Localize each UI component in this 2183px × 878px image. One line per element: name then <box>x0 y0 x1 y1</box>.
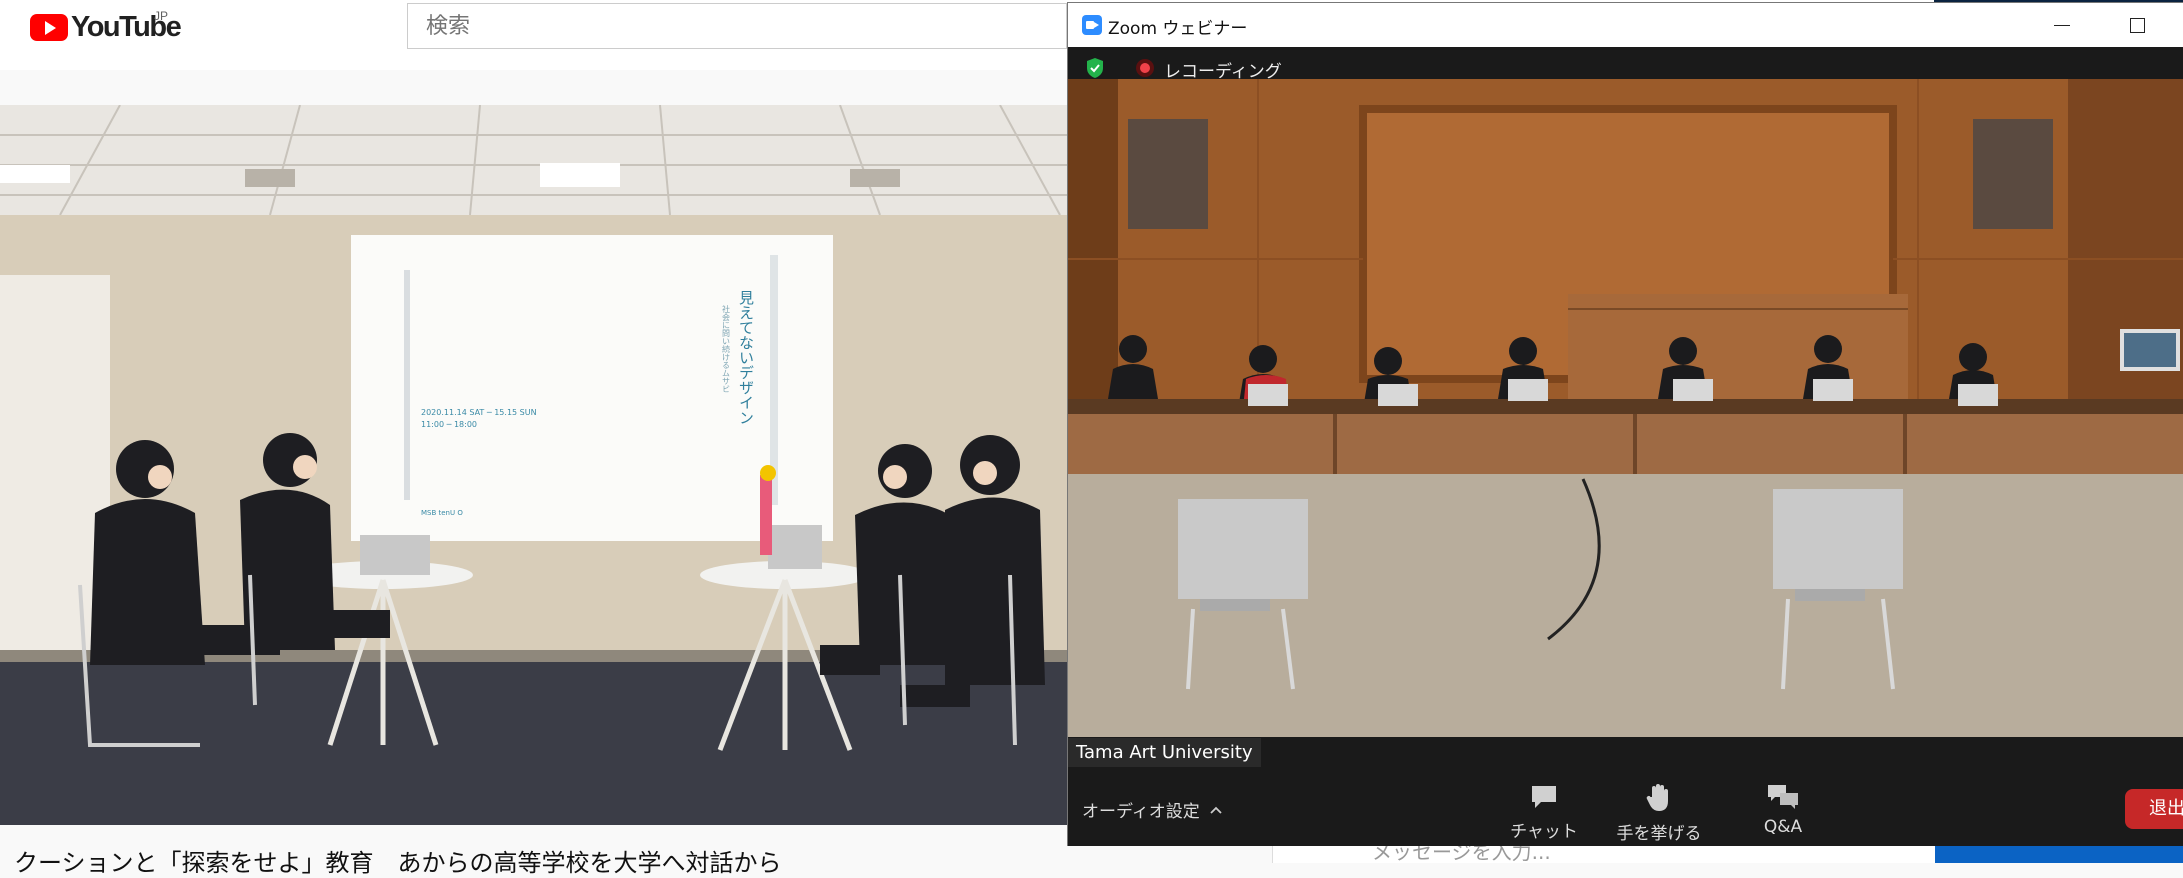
raise-hand-icon <box>1646 784 1668 811</box>
chat-label: チャット <box>1510 822 1578 842</box>
audio-settings-label: オーディオ設定 <box>1082 802 1200 822</box>
video-player[interactable]: 見えてないデザイン 社会に問い続けるムサビ 2020.11.14 SAT ─ 1… <box>0 105 1067 825</box>
zoom-titlebar[interactable]: Zoom ウェビナー <box>1068 3 2183 47</box>
raise-hand-label: 手を挙げる <box>1616 824 1702 844</box>
webinar-video <box>1068 79 2183 737</box>
zoom-window: Zoom ウェビナー レコーディング Tama Art University オ… <box>1067 2 2183 846</box>
zoom-camera-icon <box>1082 15 1102 35</box>
maximize-button[interactable] <box>2118 13 2158 37</box>
search-input[interactable] <box>407 3 1067 49</box>
participant-name-label: Tama Art University <box>1068 738 1261 767</box>
conference-room-photo <box>1068 79 2183 737</box>
recording-icon <box>1136 59 1154 77</box>
poster-date: 2020.11.14 SAT ─ 15.15 SUN <box>421 408 537 417</box>
leave-button[interactable]: 退出 <box>2125 789 2183 829</box>
video-title: クーションと「探索をせよ」教育 あからの高等学校を大学へ対話から <box>14 849 782 877</box>
audio-settings-button[interactable]: オーディオ設定 <box>1082 797 1222 822</box>
youtube-play-icon <box>30 13 68 41</box>
country-code: JP <box>154 9 169 23</box>
poster-subtitle: 社会に問い続けるムサビ <box>722 304 731 393</box>
meeting-toolbar: オーディオ設定 チャット 手を挙げる Q&A 退出 <box>1068 773 2183 846</box>
window-title: Zoom ウェビナー <box>1108 19 1248 39</box>
raise-hand-button[interactable]: 手を挙げる <box>1604 779 1714 844</box>
panel-discussion-photo: 見えてないデザイン 社会に問い続けるムサビ 2020.11.14 SAT ─ 1… <box>0 105 1067 825</box>
chevron-up-icon <box>1210 806 1222 814</box>
poster-time: 11:00 ─ 18:00 <box>421 420 477 429</box>
poster-title: 見えてないデザイン <box>737 290 755 425</box>
poster-logos: MSB tenU O <box>421 509 463 517</box>
meeting-status-bar: レコーディング <box>1068 47 2183 82</box>
qa-label: Q&A <box>1763 817 1803 837</box>
minimize-button[interactable] <box>2042 13 2082 37</box>
qa-button[interactable]: Q&A <box>1728 779 1838 837</box>
qa-icon <box>1768 785 1798 809</box>
chat-button[interactable]: チャット <box>1489 779 1599 842</box>
chat-icon <box>1532 786 1556 808</box>
security-shield-icon[interactable] <box>1085 57 1105 79</box>
